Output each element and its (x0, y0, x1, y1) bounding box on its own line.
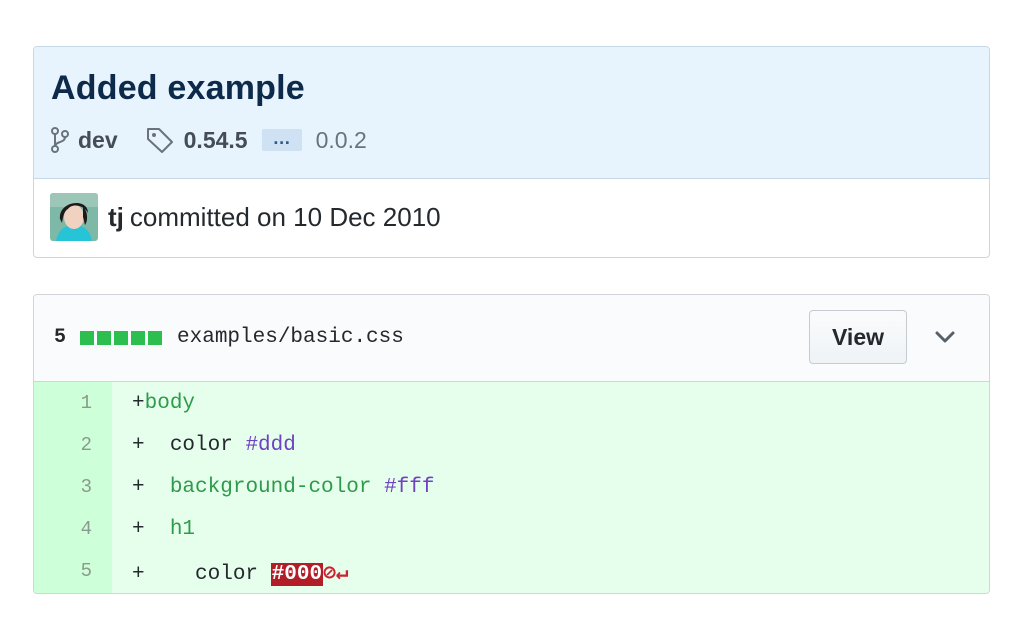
code-token: #fff (384, 476, 435, 499)
code-token: color (144, 563, 271, 586)
diffstat-block (80, 330, 95, 345)
git-branch-icon (50, 126, 70, 154)
code-line: + h1 (132, 518, 195, 541)
addition-sign: + (132, 476, 145, 499)
commit-title: Added example (51, 69, 305, 107)
code-line: +body (132, 392, 195, 415)
no-newline-marker: ⊘↵ (323, 563, 349, 586)
tags-ellipsis-button[interactable]: … (261, 129, 302, 151)
tag-link-end[interactable]: 0.0.2 (316, 127, 367, 154)
code-token: #000 (270, 563, 324, 586)
line-number[interactable]: 4 (34, 518, 92, 540)
file-diff: 5 examples/basic.css View 1 +body 2 + color… (33, 294, 990, 594)
code-token: body (144, 392, 196, 415)
code-token: background-color (169, 476, 372, 499)
diff-body: 1 +body 2 + color #ddd 3 + background-color #… (34, 382, 989, 593)
diff-line: 3 + background-color #fff (34, 466, 989, 506)
commit-card: Added example dev 0.54.5 … 0.0.2 tj comm… (33, 46, 990, 258)
diff-line: 1 +body (34, 382, 989, 422)
code-line: + background-color #fff (132, 476, 435, 499)
commit-meta: tj committed on 10 Dec 2010 (50, 193, 441, 241)
diffstat-block (97, 330, 112, 345)
diffstat: 5 examples/basic.css (54, 326, 404, 349)
commit-refs: dev 0.54.5 … 0.0.2 (50, 125, 367, 155)
commit-header: Added example dev 0.54.5 … 0.0.2 (34, 47, 989, 179)
branch-link[interactable]: dev (78, 127, 118, 154)
diff-line: 2 + color #ddd (34, 424, 989, 464)
tag-icon (146, 127, 174, 153)
line-number[interactable]: 3 (34, 476, 92, 498)
additions-count: 5 (54, 326, 67, 349)
chevron-down-icon[interactable] (933, 328, 957, 351)
diffstat-blocks (80, 330, 165, 345)
addition-sign: + (132, 563, 145, 586)
author-link[interactable]: tj (108, 202, 124, 233)
tag-link-start[interactable]: 0.54.5 (184, 127, 248, 154)
avatar[interactable] (50, 193, 98, 241)
addition-sign: + (132, 518, 145, 541)
diffstat-block (114, 330, 129, 345)
code-line: + color #000⊘↵ (132, 560, 348, 586)
diff-line: 5 + color #000⊘↵ (34, 550, 989, 590)
line-number[interactable]: 1 (34, 392, 92, 414)
code-token: h1 (169, 518, 196, 541)
code-token: #ddd (245, 434, 296, 457)
diffstat-block (148, 330, 163, 345)
line-number[interactable]: 2 (34, 434, 92, 456)
view-file-button[interactable]: View (809, 310, 907, 364)
file-path[interactable]: examples/basic.css (177, 326, 404, 349)
diffstat-block (131, 330, 146, 345)
addition-sign: + (132, 434, 145, 457)
code-line: + color #ddd (132, 434, 296, 457)
line-number[interactable]: 5 (34, 560, 92, 582)
file-header: 5 examples/basic.css View (34, 295, 989, 382)
code-token: color (144, 434, 246, 457)
diff-line: 4 + h1 (34, 508, 989, 548)
commit-date-text: committed on 10 Dec 2010 (129, 201, 441, 232)
addition-sign: + (132, 392, 145, 415)
